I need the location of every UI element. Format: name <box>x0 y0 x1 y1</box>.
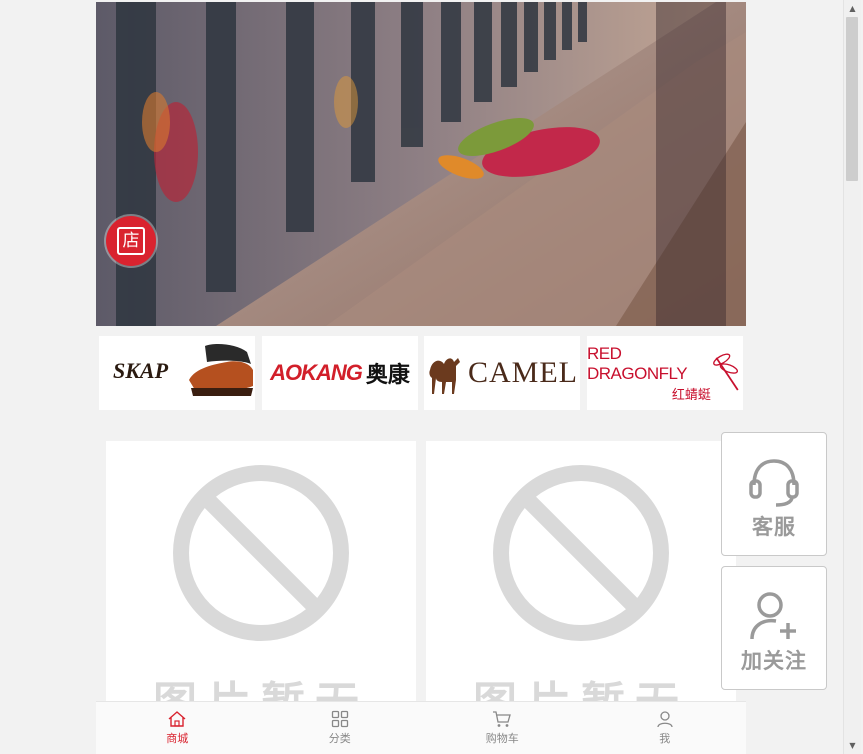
follow-button[interactable]: 加关注 <box>721 566 827 690</box>
shoe-icon <box>189 344 253 396</box>
brand-red-dragonfly-cn: 红蜻蜓 <box>671 387 711 403</box>
brand-red-dragonfly[interactable]: RED DRAGONFLY 红蜻蜓 <box>587 336 743 410</box>
brand-aokang-cn: 奥康 <box>365 363 410 388</box>
tab-category-label: 分类 <box>328 732 351 745</box>
scroll-up-icon[interactable]: ▲ <box>844 0 861 17</box>
customer-service-label: 客服 <box>752 515 796 539</box>
brand-camel[interactable]: CAMEL <box>424 336 580 410</box>
tab-cart-label: 购物车 <box>485 732 519 745</box>
brand-aokang-logo: AOKANG <box>270 360 363 385</box>
brand-red-dragonfly-logo: RED DRAGONFLY <box>587 343 688 383</box>
tab-me[interactable]: 我 <box>584 702 747 754</box>
follow-label: 加关注 <box>741 649 807 673</box>
scrollbar-thumb[interactable] <box>846 17 858 181</box>
customer-service-button[interactable]: 客服 <box>721 432 827 556</box>
shop-icon: 店 <box>117 227 145 255</box>
brand-skap[interactable]: SKAP <box>99 336 255 410</box>
dragonfly-icon <box>712 353 739 391</box>
tab-mall-label: 商城 <box>166 732 189 745</box>
tab-category[interactable]: 分类 <box>259 702 422 754</box>
headset-icon <box>749 459 799 507</box>
camel-icon <box>429 358 460 394</box>
brand-strip: SKAP AOKANG 奥康 CAMEL RED DRAGONFLY 红蜻蜓 <box>99 336 746 410</box>
shop-badge[interactable]: 店 <box>106 216 156 266</box>
brand-skap-logo: SKAP <box>113 358 169 383</box>
scroll-down-icon[interactable]: ▼ <box>844 737 861 754</box>
mall-page: 店 SKAP AOKANG 奥康 CAMEL RED DRAGONFLY 红蜻蜓… <box>96 2 746 754</box>
grid-icon <box>331 710 348 728</box>
cart-icon <box>493 711 512 727</box>
tab-mall[interactable]: 商城 <box>96 702 259 754</box>
hero-image <box>96 2 746 326</box>
brand-aokang[interactable]: AOKANG 奥康 <box>262 336 418 410</box>
user-plus-icon <box>750 592 796 640</box>
product-card[interactable]: 图片暂无 <box>106 441 416 741</box>
vertical-scrollbar[interactable]: ▲ ▼ <box>843 0 861 754</box>
user-icon <box>657 711 673 728</box>
product-card[interactable]: 图片暂无 <box>426 441 736 741</box>
brand-camel-logo: CAMEL <box>468 356 578 389</box>
tab-cart[interactable]: 购物车 <box>421 702 584 754</box>
tab-me-label: 我 <box>659 732 671 745</box>
bottom-tab-bar: 商城 分类 购物车 我 <box>96 701 746 754</box>
home-icon <box>168 711 186 727</box>
hero-banner[interactable]: 店 <box>96 2 746 326</box>
